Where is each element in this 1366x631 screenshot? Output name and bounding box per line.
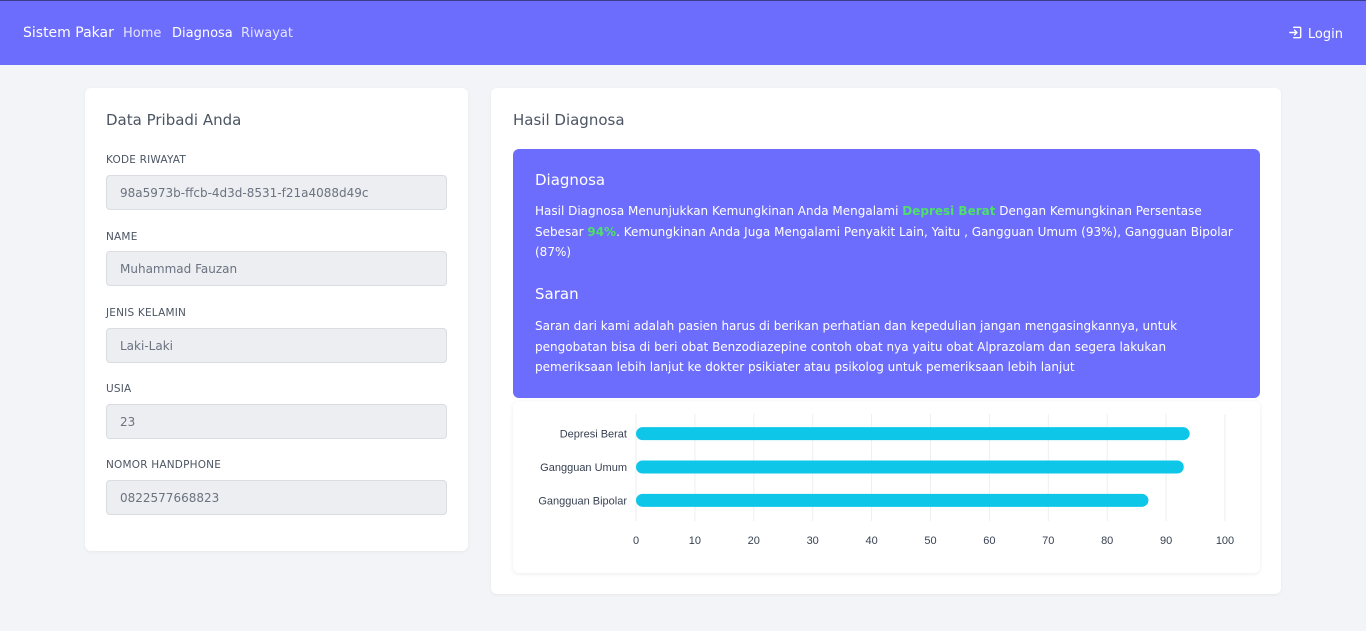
diagnosis-panel: Diagnosa Hasil Diagnosa Menunjukkan Kemu… (513, 149, 1260, 398)
y-category-label: Gangguan Bipolar (538, 495, 627, 507)
y-category-label: Gangguan Umum (540, 462, 627, 474)
nomor-handphone-field[interactable]: 0822577668823 (106, 480, 447, 515)
brand-name[interactable]: Sistem Pakar (23, 25, 114, 41)
diagnosis-result-title: Hasil Diagnosa (513, 111, 625, 129)
diagnosis-percent: 94% (587, 224, 617, 239)
diagnosis-disease: Depresi Berat (902, 204, 996, 218)
x-tick-label: 80 (1101, 535, 1113, 547)
kode-riwayat-field[interactable]: 98a5973b-ffcb-4d3d-8531-f21a4088d49c (106, 175, 447, 210)
diagnosis-heading: Diagnosa (535, 171, 606, 189)
personal-data-card: Data Pribadi Anda KODE RIWAYAT 98a5973b-… (85, 88, 468, 551)
x-tick-label: 70 (1042, 535, 1054, 547)
bar-depresi-berat (636, 427, 1190, 441)
bar-gangguan-bipolar (636, 493, 1149, 507)
diagnosis-chart: 0 10 20 30 40 50 60 70 80 90 100 Depresi Berat Gangg… (513, 401, 1260, 573)
navbar: Sistem Pakar Home Diagnosa Riwayat Login (0, 0, 1366, 65)
bar-gangguan-umum (636, 460, 1184, 474)
name-field[interactable]: Muhammad Fauzan (106, 251, 447, 286)
x-tick-label: 40 (865, 535, 877, 547)
usia-field[interactable]: 23 (106, 404, 447, 439)
x-tick-label: 10 (689, 535, 701, 547)
nav-link-riwayat[interactable]: Riwayat (241, 26, 293, 41)
nomor-handphone-label: NOMOR HANDPHONE (106, 459, 222, 471)
usia-label: USIA (106, 383, 132, 395)
login-link[interactable]: Login (1288, 25, 1343, 44)
jenis-kelamin-field[interactable]: Laki-Laki (106, 328, 447, 363)
diagnosis-text: Hasil Diagnosa Menunjukkan Kemungkinan A… (535, 201, 1245, 263)
advice-text: Saran dari kami adalah pasien harus di b… (535, 319, 1178, 374)
diagnosis-result-card: Hasil Diagnosa Diagnosa Hasil Diagnosa M… (491, 88, 1281, 594)
nav-link-diagnosa[interactable]: Diagnosa (172, 26, 233, 41)
advice-heading: Saran (535, 285, 579, 303)
x-tick-label: 100 (1216, 535, 1234, 547)
login-icon (1288, 25, 1303, 44)
name-label: NAME (106, 231, 138, 243)
x-tick-label: 60 (983, 535, 995, 547)
diagnosis-text-after: . Kemungkinan Anda Juga Mengalami Penyak… (535, 224, 1233, 260)
x-tick-label: 50 (924, 535, 936, 547)
personal-data-title: Data Pribadi Anda (106, 111, 242, 129)
diagnosis-text-before: Hasil Diagnosa Menunjukkan Kemungkinan A… (535, 204, 903, 218)
jenis-kelamin-label: JENIS KELAMIN (106, 307, 187, 319)
bar-chart-svg: 0 10 20 30 40 50 60 70 80 90 100 Depresi Berat Gangg… (538, 414, 1234, 547)
x-tick-label: 20 (748, 535, 760, 547)
x-tick-label: 0 (633, 535, 639, 547)
x-tick-label: 30 (807, 535, 819, 547)
y-category-label: Depresi Berat (560, 429, 627, 441)
nav-link-home[interactable]: Home (123, 26, 161, 41)
x-tick-label: 90 (1160, 535, 1172, 547)
login-label: Login (1307, 27, 1343, 42)
kode-riwayat-label: KODE RIWAYAT (106, 154, 186, 166)
